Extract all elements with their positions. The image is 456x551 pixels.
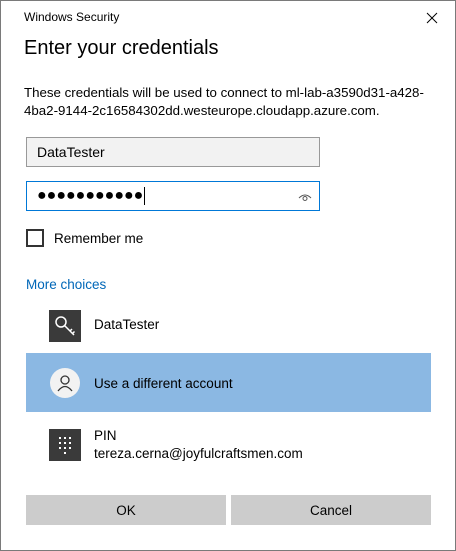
password-masked-value: ●●●●●●●●●●● bbox=[37, 187, 144, 204]
person-icon bbox=[49, 367, 81, 399]
account-option-pin[interactable]: PIN tereza.cerna@joyfulcraftsmen.com bbox=[26, 419, 431, 473]
account-option-different-account[interactable]: Use a different account bbox=[26, 353, 431, 412]
account-name: DataTester bbox=[94, 317, 160, 332]
more-choices-link[interactable]: More choices bbox=[26, 277, 106, 292]
dialog-heading: Enter your credentials bbox=[24, 37, 219, 59]
remember-me-label: Remember me bbox=[54, 230, 144, 246]
close-icon bbox=[426, 12, 438, 23]
credential-dialog: Windows Security Enter your credentials … bbox=[0, 0, 456, 551]
username-field[interactable]: DataTester bbox=[26, 137, 320, 167]
password-field[interactable]: ●●●●●●●●●●● bbox=[26, 181, 320, 211]
ok-button[interactable]: OK bbox=[26, 495, 226, 525]
cancel-button[interactable]: Cancel bbox=[231, 495, 431, 525]
username-value: DataTester bbox=[37, 144, 105, 160]
account-name: Use a different account bbox=[94, 376, 233, 391]
pin-keypad-icon bbox=[49, 429, 81, 461]
remember-me-checkbox[interactable]: Remember me bbox=[26, 229, 143, 247]
dialog-description: These credentials will be used to connec… bbox=[24, 85, 424, 118]
text-caret bbox=[144, 187, 146, 205]
close-button[interactable] bbox=[409, 1, 455, 34]
account-detail: tereza.cerna@joyfulcraftsmen.com bbox=[94, 446, 303, 461]
checkbox-box[interactable] bbox=[26, 229, 44, 247]
title-bar: Windows Security bbox=[1, 1, 455, 34]
window-title: Windows Security bbox=[24, 10, 120, 24]
account-option-datatester[interactable]: DataTester bbox=[26, 303, 431, 349]
reveal-password-icon[interactable] bbox=[298, 190, 312, 204]
account-name: PIN bbox=[94, 428, 117, 443]
key-icon bbox=[49, 310, 81, 342]
